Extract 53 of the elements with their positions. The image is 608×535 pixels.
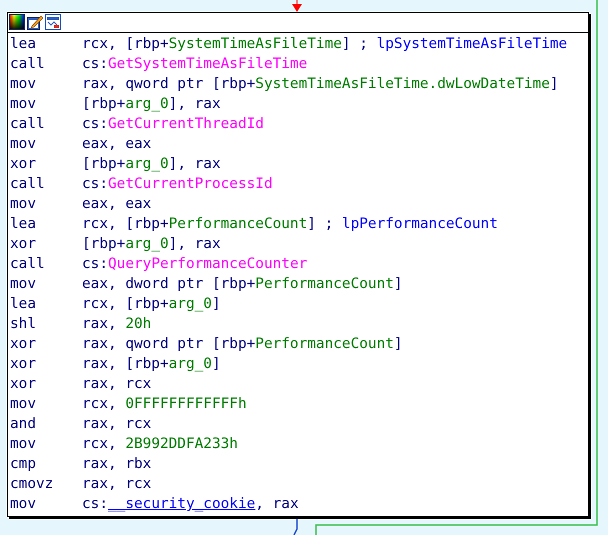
instruction-mnemonic: mov — [10, 75, 37, 94]
instruction-mnemonic: mov — [10, 95, 37, 114]
instruction-mnemonic: mov — [10, 395, 37, 414]
instruction-operands: rax, qword ptr [rbp+SystemTimeAsFileTime.dwLowDateTime] — [82, 75, 559, 94]
instruction-mnemonic: mov — [10, 195, 37, 214]
instruction-operands: eax, eax — [82, 195, 152, 214]
instruction-operands: rax, 20h — [82, 315, 152, 334]
instruction-mnemonic: xor — [10, 235, 37, 254]
instruction-operands: rax, qword ptr [rbp+PerformanceCount] — [82, 335, 403, 354]
instruction-operands: rax, rbx — [82, 455, 152, 474]
instruction-mnemonic: mov — [10, 275, 37, 294]
instruction-mnemonic: and — [10, 415, 37, 434]
graph-overview-icon[interactable] — [45, 14, 61, 30]
instruction-operands: rcx, 0FFFFFFFFFFFFh — [82, 395, 247, 414]
incoming-arrow — [292, 0, 302, 12]
instruction-mnemonic: lea — [10, 35, 37, 54]
instruction-operands: [rbp+arg_0], rax — [82, 235, 221, 254]
instruction-mnemonic: xor — [10, 335, 37, 354]
instruction-operands: cs:GetCurrentThreadId — [82, 115, 264, 134]
color-palette-icon[interactable] — [9, 14, 25, 30]
instruction-mnemonic: mov — [10, 495, 37, 514]
instruction-mnemonic: call — [10, 115, 46, 134]
instruction-operands: cs:GetCurrentProcessId — [82, 175, 273, 194]
instruction-mnemonic: lea — [10, 215, 37, 234]
instruction-operands: cs:__security_cookie, rax — [82, 495, 299, 514]
instruction-operands: rcx, [rbp+arg_0] — [82, 295, 221, 314]
instruction-mnemonic: xor — [10, 355, 37, 374]
instruction-operands: rax, [rbp+arg_0] — [82, 355, 221, 374]
instruction-operands: rcx, [rbp+SystemTimeAsFileTime] ; lpSystemTimeAsFileTime — [82, 35, 568, 54]
instruction-operands: cs:GetSystemTimeAsFileTime — [82, 55, 308, 74]
outgoing-edge — [293, 517, 298, 535]
instruction-operands: rcx, 2B992DDFA233h — [82, 435, 238, 454]
instruction-operands: [rbp+arg_0], rax — [82, 155, 221, 174]
edit-icon[interactable] — [27, 14, 43, 30]
instruction-mnemonic: xor — [10, 155, 37, 174]
instruction-operands: [rbp+arg_0], rax — [82, 95, 221, 114]
instruction-mnemonic: mov — [10, 435, 37, 454]
instruction-operands: rax, rcx — [82, 375, 152, 394]
instruction-operands: rax, rcx — [82, 415, 152, 434]
instruction-mnemonic: cmp — [10, 455, 37, 474]
instruction-operands: eax, eax — [82, 135, 152, 154]
instruction-mnemonic: cmovz — [10, 475, 54, 494]
instruction-mnemonic: call — [10, 255, 46, 274]
instruction-mnemonic: call — [10, 55, 46, 74]
instruction-mnemonic: call — [10, 175, 46, 194]
instruction-operands: cs:QueryPerformanceCounter — [82, 255, 308, 274]
instruction-operands: rax, rcx — [82, 475, 152, 494]
instruction-operands: eax, dword ptr [rbp+PerformanceCount] — [82, 275, 403, 294]
instruction-mnemonic: shl — [10, 315, 37, 334]
instruction-mnemonic: xor — [10, 375, 37, 394]
instruction-mnemonic: mov — [10, 135, 37, 154]
instruction-mnemonic: lea — [10, 295, 37, 314]
instruction-operands: rcx, [rbp+PerformanceCount] ; lpPerformanceCount — [82, 215, 498, 234]
